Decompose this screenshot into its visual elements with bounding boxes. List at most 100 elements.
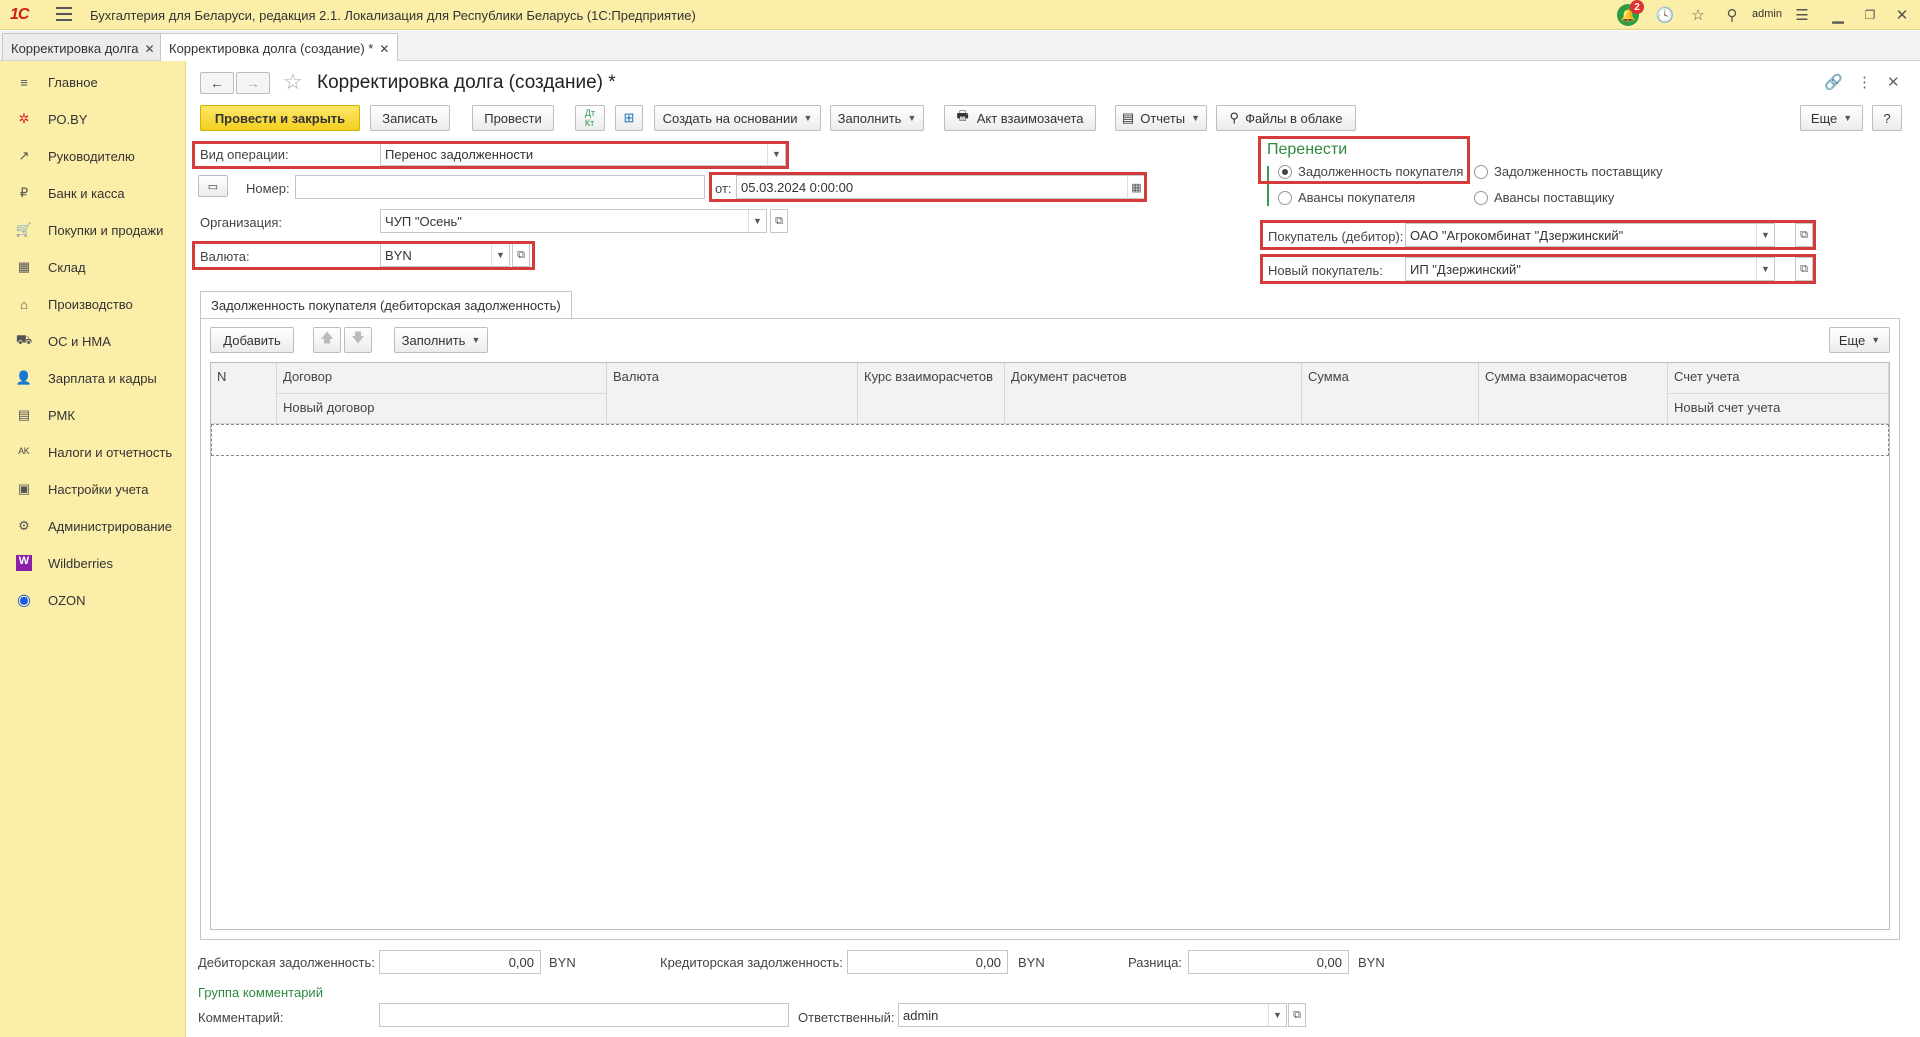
organization-select[interactable]: ЧУП "Осень" ▼ — [380, 209, 767, 233]
radio-icon — [1278, 190, 1292, 205]
col-header-amount[interactable]: Сумма — [1302, 363, 1479, 424]
sidebar-item-roby[interactable]: ✲ РО.BY — [0, 104, 186, 134]
sidebar-item-manager[interactable]: ↗ Руководителю — [0, 141, 186, 171]
help-button[interactable]: ? — [1872, 105, 1902, 131]
sidebar-item-salary[interactable]: 👤 Зарплата и кадры — [0, 363, 186, 393]
main-menu-icon[interactable] — [56, 7, 72, 21]
radio-label: Авансы покупателя — [1298, 190, 1416, 205]
radio-supplier-advances[interactable]: Авансы поставщику — [1474, 190, 1614, 205]
col-header-new-account[interactable]: Новый счет учета — [1668, 394, 1889, 424]
chevron-down-icon: ▼ — [907, 113, 917, 123]
minimize-icon[interactable]: ▁ — [1828, 5, 1848, 25]
sidebar-item-rmk[interactable]: ▤ РМК — [0, 400, 186, 430]
tab-debt-adjustment-new[interactable]: Корректировка долга (создание) * ✕ — [160, 33, 399, 61]
sidebar-item-label: Главное — [48, 74, 98, 90]
money-icon: ₽ — [19, 185, 29, 200]
number-edit-icon[interactable]: ▭ — [198, 175, 228, 197]
trend-icon: ↗ — [18, 148, 30, 163]
post-and-close-button[interactable]: Провести и закрыть — [200, 105, 360, 131]
sidebar-item-taxes[interactable]: ᴬᴷ Налоги и отчетность — [0, 437, 186, 467]
search-icon[interactable]: ⚲ — [1722, 5, 1742, 25]
currency-unit: BYN — [1018, 955, 1045, 970]
cloud-files-button[interactable]: ⚲ Файлы в облаке — [1216, 105, 1356, 131]
table-more-button[interactable]: Еще ▼ — [1829, 327, 1890, 353]
chevron-down-icon[interactable]: ▼ — [1268, 1004, 1286, 1026]
radio-label: Авансы поставщику — [1494, 190, 1615, 205]
radio-buyer-advances[interactable]: Авансы покупателя — [1278, 190, 1415, 205]
save-button[interactable]: Записать — [370, 105, 450, 131]
sidebar-item-bank[interactable]: ₽ Банк и касса — [0, 178, 186, 208]
sidebar-item-wildberries[interactable]: W Wildberries — [0, 548, 186, 578]
open-icon[interactable]: ⧉ — [1288, 1003, 1306, 1027]
back-button[interactable]: ← — [200, 72, 234, 94]
button-label: Заполнить — [401, 332, 466, 348]
number-input[interactable] — [295, 175, 705, 199]
col-header-n[interactable]: N — [211, 363, 277, 424]
structure-icon[interactable]: ⊞ — [615, 105, 643, 131]
radio-icon — [1474, 190, 1488, 205]
comment-group-title[interactable]: Группа комментарий — [198, 985, 323, 1000]
table-row[interactable] — [211, 424, 1889, 456]
form-menu-icon[interactable]: ⋮ — [1857, 73, 1872, 91]
favorites-star-icon[interactable]: ☆ — [1688, 5, 1708, 25]
sidebar-item-label: Wildberries — [48, 555, 114, 571]
sidebar-item-main[interactable]: ≡ Главное — [0, 67, 186, 97]
button-label: Еще — [1810, 110, 1838, 126]
close-form-icon[interactable]: ✕ — [1887, 73, 1900, 91]
col-header-contract[interactable]: Договор — [277, 363, 607, 394]
fill-button[interactable]: Заполнить ▼ — [830, 105, 924, 131]
close-tab-icon[interactable]: ✕ — [145, 42, 155, 56]
favorite-star-icon[interactable]: ☆ — [283, 69, 303, 95]
link-icon[interactable]: 🔗 — [1824, 73, 1843, 91]
close-tab-icon[interactable]: ✕ — [379, 42, 389, 56]
tab-label: Корректировка долга (создание) * — [169, 41, 374, 56]
col-header-settlement-doc[interactable]: Документ расчетов — [1005, 363, 1302, 424]
sidebar-item-production[interactable]: ⌂ Производство — [0, 289, 186, 319]
sidebar-item-purchases-sales[interactable]: 🛒 Покупки и продажи — [0, 215, 186, 245]
post-button[interactable]: Провести — [472, 105, 554, 131]
close-window-icon[interactable]: ✕ — [1892, 5, 1912, 25]
netting-act-button[interactable]: 🖶 Акт взаимозачета — [944, 105, 1096, 131]
register-icon: ▤ — [17, 407, 31, 422]
move-down-icon[interactable]: 🡇 — [344, 327, 372, 353]
sidebar-item-label: Руководителю — [48, 148, 135, 164]
comment-input[interactable] — [379, 1003, 789, 1027]
responsible-select[interactable]: admin ▼ — [898, 1003, 1287, 1027]
move-up-icon[interactable]: 🡅 — [313, 327, 341, 353]
sidebar-item-fixed-assets[interactable]: ⛟ ОС и НМА — [0, 326, 186, 356]
open-icon[interactable]: ⧉ — [770, 209, 788, 233]
current-user[interactable]: admin — [1752, 8, 1782, 20]
col-header-rate[interactable]: Курс взаиморасчетов — [858, 363, 1005, 424]
cart-icon: 🛒 — [15, 222, 33, 237]
tab-buyer-debt[interactable]: Задолженность покупателя (дебиторская за… — [200, 291, 572, 319]
table-fill-button[interactable]: Заполнить ▼ — [394, 327, 488, 353]
create-based-on-button[interactable]: Создать на основании ▼ — [654, 105, 821, 131]
tab-debt-adjustment[interactable]: Корректировка долга ✕ — [2, 33, 164, 60]
sidebar-item-accounting-settings[interactable]: ▣ Настройки учета — [0, 474, 186, 504]
col-header-currency[interactable]: Валюта — [607, 363, 858, 424]
col-header-settlement-amount[interactable]: Сумма взаиморасчетов — [1479, 363, 1668, 424]
reports-button[interactable]: ▤ Отчеты ▼ — [1115, 105, 1207, 131]
sidebar-item-administration[interactable]: ⚙ Администрирование — [0, 511, 186, 541]
restore-icon[interactable]: ❐ — [1860, 5, 1880, 25]
history-icon[interactable]: 🕓 — [1655, 5, 1675, 25]
person-icon: 👤 — [15, 370, 33, 385]
chevron-down-icon[interactable]: ▼ — [748, 210, 766, 232]
chevron-down-icon: ▼ — [803, 113, 813, 123]
add-row-button[interactable]: Добавить — [210, 327, 294, 353]
currency-unit: BYN — [1358, 955, 1385, 970]
col-header-new-contract[interactable]: Новый договор — [277, 394, 607, 424]
forward-button[interactable]: → — [236, 72, 270, 94]
more-button[interactable]: Еще ▼ — [1800, 105, 1863, 131]
sidebar-item-label: Настройки учета — [48, 481, 149, 497]
sidebar-item-label: Банк и касса — [48, 185, 125, 201]
tab-label: Корректировка долга — [11, 41, 139, 56]
col-header-account[interactable]: Счет учета — [1668, 363, 1889, 394]
sidebar-item-ozon[interactable]: ◉ OZON — [0, 585, 186, 615]
truck-icon: ⛟ — [15, 332, 33, 347]
settings-menu-icon[interactable]: ☰ — [1792, 5, 1812, 25]
radio-supplier-debt[interactable]: Задолженность поставщику — [1474, 164, 1663, 179]
radio-icon — [1474, 164, 1488, 179]
sidebar-item-warehouse[interactable]: ▦ Склад — [0, 252, 186, 282]
dtkt-report-icon[interactable]: Дт Кт — [575, 105, 605, 131]
